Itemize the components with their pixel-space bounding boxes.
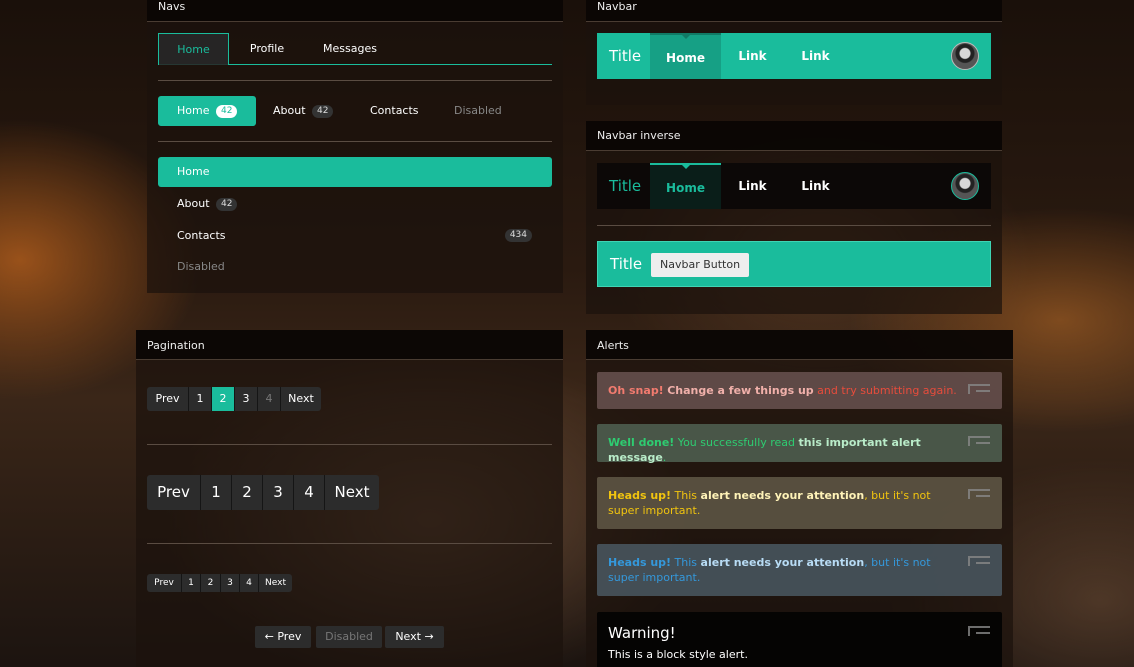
close-icon[interactable] — [968, 489, 990, 499]
divider — [147, 543, 552, 544]
alert-error: Oh snap! Change a few things up and try … — [597, 372, 1002, 409]
avatar[interactable] — [951, 172, 979, 200]
pagination-large: Prev 1 2 3 4 Next — [147, 475, 379, 510]
navbar: Title Home Link Link — [597, 33, 991, 79]
navbar-with-button: Title Navbar Button — [597, 241, 991, 287]
pill-about[interactable]: About 42 — [254, 96, 352, 126]
divider — [158, 80, 552, 81]
navbar-item-link[interactable]: Link — [784, 33, 847, 79]
navbar-inverse: Title Home Link Link — [597, 163, 991, 209]
stacked-item-home[interactable]: Home — [158, 157, 552, 187]
close-icon[interactable] — [968, 556, 990, 566]
pill-about-badge: 42 — [312, 104, 334, 118]
pagination-page[interactable]: 2 — [200, 574, 220, 592]
stacked-item-contacts[interactable]: Contacts 434 — [158, 220, 552, 252]
alert-emphasis: alert needs your attention — [700, 489, 865, 502]
pagination-prev[interactable]: Prev — [147, 387, 188, 411]
avatar[interactable] — [951, 42, 979, 70]
navs-panel: Navs Home Profile Messages Home 42 About… — [147, 0, 563, 293]
panel-title-navbar-inverse: Navbar inverse — [586, 121, 1002, 151]
pill-home-badge: 42 — [215, 104, 238, 118]
alerts-panel: Alerts Oh snap! Change a few things up a… — [586, 330, 1013, 667]
pagination-panel: Pagination Prev 1 2 3 4 Next Prev 1 2 3 … — [136, 330, 563, 667]
alert-strong: Heads up! — [608, 489, 672, 502]
pagination-page[interactable]: 3 — [262, 475, 293, 510]
navbar-panel: Navbar Title Home Link Link — [586, 0, 1002, 105]
alert-strong: Well done! — [608, 436, 675, 449]
pagination-page-active[interactable]: 2 — [211, 387, 234, 411]
pagination-prev[interactable]: Prev — [147, 574, 181, 592]
stacked-item-disabled: Disabled — [177, 260, 225, 273]
pager-prev-button[interactable]: ← Prev — [255, 626, 311, 648]
navbar-item-link[interactable]: Link — [784, 163, 847, 209]
divider — [597, 225, 991, 226]
alert-info: Heads up! This alert needs your attentio… — [597, 544, 1002, 596]
alert-text: This — [671, 556, 701, 569]
alert-text: You successfully read — [674, 436, 799, 449]
alert-strong: Oh snap! — [608, 384, 664, 397]
pager-disabled-button: Disabled — [316, 626, 382, 648]
panel-title-navbar: Navbar — [586, 0, 1002, 22]
pagination-page[interactable]: 1 — [181, 574, 200, 592]
pagination-page[interactable]: 4 — [239, 574, 258, 592]
navbar-brand[interactable]: Title — [609, 163, 641, 209]
navbar-item-link[interactable]: Link — [721, 33, 784, 79]
pill-about-label: About — [273, 104, 306, 117]
pagination-page[interactable]: 4 — [293, 475, 324, 510]
close-icon[interactable] — [968, 436, 990, 446]
stacked-item-badge: 42 — [216, 197, 238, 211]
panel-title-pagination: Pagination — [136, 330, 563, 360]
divider — [158, 141, 552, 142]
pagination-default: Prev 1 2 3 4 Next — [147, 387, 321, 411]
pill-contacts[interactable]: Contacts — [351, 96, 438, 126]
navbar-button[interactable]: Navbar Button — [651, 253, 750, 277]
nav-tabs: Home Profile Messages — [158, 33, 552, 65]
alert-text: . — [662, 451, 667, 464]
divider — [147, 444, 552, 445]
navbar-item-home[interactable]: Home — [650, 33, 721, 79]
stacked-item-label: About — [177, 197, 210, 210]
pagination-small: Prev 1 2 3 4 Next — [147, 574, 292, 592]
tab-home[interactable]: Home — [158, 33, 229, 65]
navbar-item-home[interactable]: Home — [650, 163, 721, 209]
tab-profile[interactable]: Profile — [234, 33, 300, 65]
alert-emphasis: alert needs your attention — [700, 556, 865, 569]
close-icon[interactable] — [968, 384, 990, 394]
alert-emphasis: Change a few things up — [667, 384, 814, 397]
navbar-item-link[interactable]: Link — [721, 163, 784, 209]
navbar-brand[interactable]: Title — [609, 33, 641, 79]
alert-text: and try submitting again. — [813, 384, 957, 397]
pagination-next[interactable]: Next — [280, 387, 321, 411]
navbar-inverse-panel: Navbar inverse Title Home Link Link Titl… — [586, 121, 1002, 314]
nav-stacked: Home About 42 Contacts 434 Disabled — [158, 157, 552, 283]
pagination-page[interactable]: 3 — [234, 387, 257, 411]
alert-success: Well done! You successfully read this im… — [597, 424, 1002, 464]
close-icon[interactable] — [968, 626, 990, 636]
pager-next-button[interactable]: Next → — [385, 626, 444, 648]
pagination-page-disabled: 4 — [257, 387, 280, 411]
pill-home[interactable]: Home 42 — [158, 96, 257, 126]
pill-disabled: Disabled — [454, 104, 502, 117]
navbar-brand[interactable]: Title — [610, 241, 642, 287]
stacked-item-label: Contacts — [177, 228, 226, 242]
pagination-next[interactable]: Next — [258, 574, 292, 592]
alert-block-title: Warning! — [608, 624, 676, 642]
pagination-page[interactable]: 1 — [188, 387, 211, 411]
pagination-prev[interactable]: Prev — [147, 475, 200, 510]
alert-text: This — [671, 489, 701, 502]
tab-messages[interactable]: Messages — [308, 33, 392, 65]
alert-strong: Heads up! — [608, 556, 672, 569]
stacked-item-about[interactable]: About 42 — [158, 188, 552, 220]
pagination-page[interactable]: 2 — [231, 475, 262, 510]
pagination-page[interactable]: 3 — [220, 574, 239, 592]
alert-block-text: This is a block style alert. — [608, 648, 748, 661]
panel-title-alerts: Alerts — [586, 330, 1013, 360]
pagination-page[interactable]: 1 — [200, 475, 231, 510]
alert-block: Warning! This is a block style alert. — [597, 612, 1002, 667]
pill-home-label: Home — [177, 104, 210, 117]
alert-warning: Heads up! This alert needs your attentio… — [597, 477, 1002, 529]
stacked-item-badge: 434 — [504, 228, 532, 242]
pagination-next[interactable]: Next — [324, 475, 379, 510]
panel-title-navs: Navs — [147, 0, 563, 22]
